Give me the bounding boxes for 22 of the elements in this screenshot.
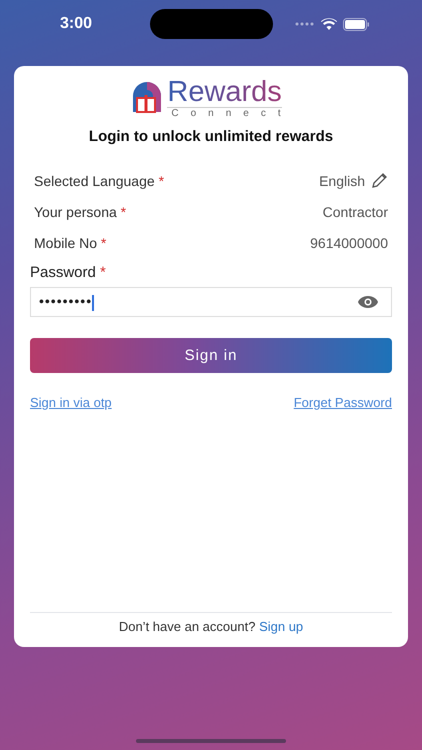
field-label: Your persona * [34,204,126,220]
pencil-icon[interactable] [371,172,388,189]
logo-wordmark: Rewards [167,78,282,108]
field-value: 9614000000 [310,234,388,250]
field-label: Mobile No * [34,234,106,250]
field-value: Contractor [322,204,388,220]
account-prompt: Don’t have an account? [118,619,256,634]
battery-icon [343,18,370,30]
signal-icon [295,22,315,26]
field-label: Selected Language * [34,172,164,188]
otp-sign-in-link[interactable]: Sign in via otp [30,395,112,410]
field-value[interactable]: English [319,172,365,188]
password-field[interactable]: ••••••••• [30,287,392,317]
wifi-icon [321,18,337,30]
password-label: Password * [30,264,107,281]
sign-in-button[interactable]: Sign in [30,338,392,373]
status-time: 3:00 [60,15,92,33]
forget-password-link[interactable]: Forget Password [294,395,392,410]
eye-icon[interactable] [357,295,379,309]
logo-tagline: Connect [171,108,293,120]
login-title: Login to unlock unlimited rewards [88,128,334,145]
sign-up-link[interactable]: Sign up [259,619,304,634]
